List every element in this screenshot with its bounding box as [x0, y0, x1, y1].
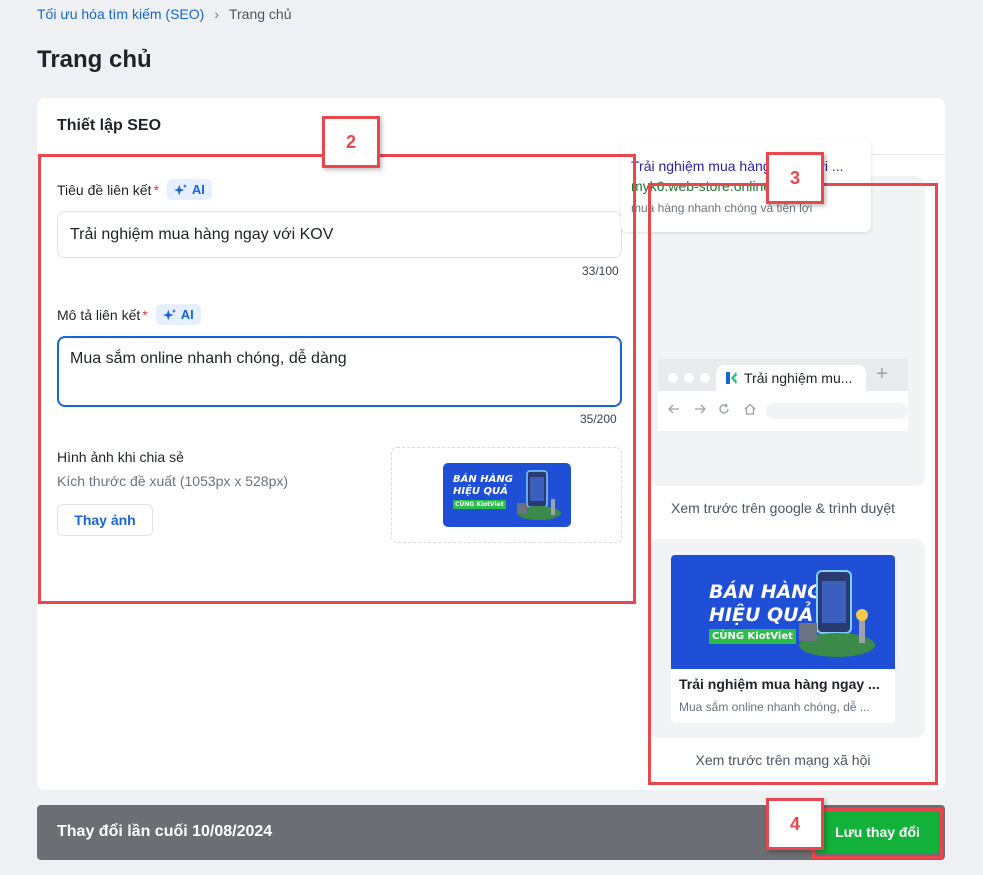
phone-illustration-icon	[517, 470, 561, 520]
banner-brand: KiotViet	[476, 501, 504, 508]
sparkle-icon	[173, 183, 188, 195]
google-preview-caption: Xem trước trên google & trình duyệt	[671, 500, 895, 516]
page-title: Trang chủ	[37, 46, 152, 73]
required-mark: *	[153, 181, 159, 198]
arrow-right-icon	[695, 404, 706, 414]
social-preview-card: BÁN HÀNG HIỆU QUẢ CÙNG KiotViet Trải ngh…	[671, 555, 895, 723]
banner-line3: CÙNG	[455, 501, 475, 508]
required-mark: *	[142, 306, 148, 323]
breadcrumb-separator: ›	[214, 6, 219, 22]
window-dot-icon	[700, 373, 710, 383]
address-bar	[766, 403, 908, 419]
phone-illustration-icon	[799, 570, 875, 657]
breadcrumb: Tối ưu hóa tìm kiếm (SEO) › Trang chủ	[37, 6, 292, 22]
link-title-counter: 33/100	[582, 264, 619, 278]
share-image-hint: Kích thước đề xuất (1053px x 528px)	[57, 473, 289, 489]
arrow-left-icon	[668, 404, 679, 414]
link-title-label-text: Tiêu đề liên kết	[57, 181, 152, 198]
annotation-marker-4: 4	[766, 798, 824, 850]
change-image-button[interactable]: Thay ảnh	[57, 504, 153, 536]
ai-label: AI	[191, 182, 205, 197]
link-title-label: Tiêu đề liên kết * AI	[57, 179, 212, 200]
banner-line3: CÙNG	[712, 631, 745, 642]
save-changes-button[interactable]: Lưu thay đổi	[816, 811, 939, 853]
share-image-thumbnail: BÁN HÀNG HIỆU QUẢ CÙNG KiotViet	[443, 463, 571, 527]
banner-line2: HIỆU QUẢ	[453, 486, 508, 497]
google-preview-card: Trải nghiệm mua hàng ngay với ... myk6.w…	[621, 140, 871, 232]
link-desc-counter: 35/200	[580, 412, 617, 426]
ai-suggest-desc-button[interactable]: AI	[155, 304, 201, 325]
annotation-marker-2: 2	[322, 116, 380, 168]
annotation-marker-3: 3	[766, 152, 824, 204]
social-preview-desc: Mua sắm online nhanh chóng, dễ ...	[679, 700, 870, 714]
social-preview-caption: Xem trước trên mạng xã hội	[695, 752, 871, 768]
banner-brand-badge: CÙNG KiotViet	[453, 500, 506, 509]
last-changed-text: Thay đổi lần cuối 10/08/2024	[57, 823, 273, 840]
banner-brand: KiotViet	[747, 631, 793, 642]
window-dot-icon	[684, 373, 694, 383]
browser-tab: Trải nghiệm mu...	[716, 365, 866, 391]
ai-label: AI	[180, 307, 194, 322]
link-desc-label-text: Mô tả liên kết	[57, 306, 141, 323]
social-preview-title: Trải nghiệm mua hàng ngay ...	[679, 676, 880, 692]
browser-tabbar: Trải nghiệm mu... +	[658, 359, 908, 391]
reload-icon	[719, 403, 729, 414]
window-dot-icon	[668, 373, 678, 383]
link-desc-label: Mô tả liên kết * AI	[57, 304, 201, 325]
browser-preview: Trải nghiệm mu... +	[658, 359, 908, 431]
share-image-label: Hình ảnh khi chia sẻ	[57, 449, 184, 465]
banner-line1: BÁN HÀNG	[453, 474, 513, 485]
breadcrumb-current: Trang chủ	[228, 6, 292, 22]
link-desc-textarea[interactable]: Mua sắm online nhanh chóng, dễ dàng	[57, 336, 622, 407]
browser-tab-title: Trải nghiệm mu...	[744, 370, 853, 386]
breadcrumb-seo-link[interactable]: Tối ưu hóa tìm kiếm (SEO)	[37, 6, 204, 22]
card-title: Thiết lập SEO	[57, 117, 162, 134]
ai-suggest-title-button[interactable]: AI	[166, 179, 212, 200]
banner-brand-badge: CÙNG KiotViet	[709, 629, 796, 644]
social-preview-image: BÁN HÀNG HIỆU QUẢ CÙNG KiotViet	[671, 555, 895, 669]
home-icon	[744, 403, 756, 415]
google-preview-url: myk6.web-store.online	[631, 178, 772, 194]
new-tab-icon: +	[876, 363, 888, 385]
image-dropzone[interactable]: BÁN HÀNG HIỆU QUẢ CÙNG KiotViet	[391, 447, 622, 543]
sparkle-icon	[162, 308, 176, 320]
kiotviet-favicon-icon	[726, 372, 737, 384]
link-title-input[interactable]: Trải nghiệm mua hàng ngay với KOV	[57, 211, 622, 258]
